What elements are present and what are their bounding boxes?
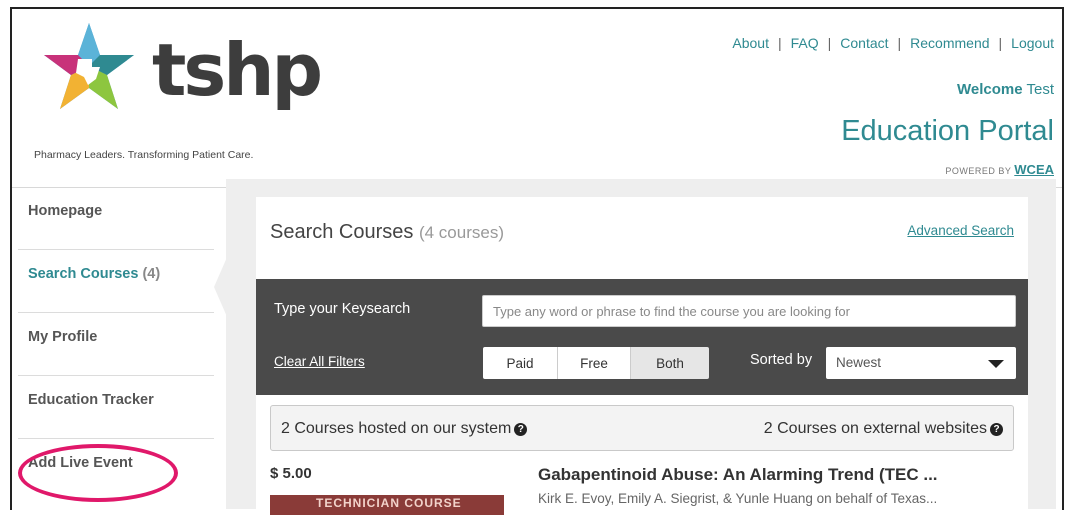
- logo-tagline: Pharmacy Leaders. Transforming Patient C…: [34, 149, 254, 161]
- sidebar-nav: Homepage Search Courses (4) My Profile E…: [18, 187, 214, 502]
- powered-by: POWERED BY WCEA: [945, 162, 1054, 177]
- page-title: Search Courses (4 courses): [270, 221, 504, 244]
- question-circle-icon[interactable]: ?: [990, 423, 1003, 436]
- sidebar-item-label: Add Live Event: [28, 455, 133, 471]
- sidebar-item-add-live-event[interactable]: Add Live Event: [18, 439, 214, 502]
- course-source-summary: 2 Courses hosted on our system? 2 Course…: [270, 405, 1014, 451]
- sidebar-item-education-tracker[interactable]: Education Tracker: [18, 376, 214, 439]
- hosted-courses-info: 2 Courses hosted on our system?: [281, 420, 528, 438]
- welcome-message: Welcome Test: [957, 81, 1054, 98]
- search-filters-box: Type your Keysearch Type any word or phr…: [256, 279, 1028, 395]
- price-filter-toggle: Paid Free Both: [483, 347, 709, 379]
- course-count: (4 courses): [418, 223, 504, 242]
- keysearch-label: Type your Keysearch: [274, 301, 411, 317]
- clear-all-filters-link[interactable]: Clear All Filters: [274, 354, 365, 369]
- logout-link[interactable]: Logout: [1011, 35, 1054, 51]
- sidebar-item-label: Education Tracker: [28, 392, 154, 408]
- nav-separator: |: [777, 35, 782, 51]
- external-courses-info: 2 Courses on external websites?: [764, 420, 1003, 438]
- nav-separator: |: [897, 35, 902, 51]
- course-price: $ 5.00: [270, 465, 312, 482]
- external-courses-text: 2 Courses on external websites: [763, 420, 987, 437]
- course-title-link[interactable]: Gabapentinoid Abuse: An Alarming Trend (…: [538, 465, 938, 485]
- faq-link[interactable]: FAQ: [791, 35, 819, 51]
- sidebar-item-label: Search Courses: [28, 266, 139, 282]
- sidebar-item-my-profile[interactable]: My Profile: [18, 313, 214, 376]
- recommend-link[interactable]: Recommend: [910, 35, 989, 51]
- sort-select[interactable]: Newest: [826, 347, 1016, 379]
- logo-wordmark: tshp: [152, 28, 323, 112]
- filter-both-button[interactable]: Both: [631, 347, 709, 379]
- top-nav: About | FAQ | Contact | Recommend | Logout: [732, 35, 1054, 51]
- active-item-notch: [214, 255, 228, 319]
- advanced-search-link[interactable]: Advanced Search: [907, 223, 1014, 238]
- powered-by-label: POWERED BY: [945, 166, 1012, 176]
- filter-free-button[interactable]: Free: [558, 347, 631, 379]
- nav-separator: |: [827, 35, 832, 51]
- course-thumbnail[interactable]: TECHNICIAN COURSE: [270, 495, 504, 515]
- page-title-text: Search Courses: [270, 221, 414, 243]
- sort-select-value: Newest: [836, 355, 882, 370]
- sidebar-item-homepage[interactable]: Homepage: [18, 187, 214, 250]
- star-logo-icon: [44, 23, 134, 109]
- nav-separator: |: [998, 35, 1003, 51]
- about-link[interactable]: About: [732, 35, 769, 51]
- sidebar-item-label: Homepage: [28, 203, 103, 219]
- tshp-logo[interactable]: tshp Pharmacy Leaders. Transforming Pati…: [34, 21, 334, 171]
- course-authors: Kirk E. Evoy, Emily A. Siegrist, & Yunle…: [538, 491, 938, 506]
- sidebar-item-search-courses[interactable]: Search Courses (4): [18, 250, 214, 313]
- caret-down-icon: [988, 360, 1004, 368]
- sidebar-item-count: (4): [142, 266, 161, 282]
- site-header: tshp Pharmacy Leaders. Transforming Pati…: [12, 9, 1062, 188]
- hosted-courses-text: 2 Courses hosted on our system: [281, 420, 512, 437]
- keysearch-input[interactable]: Type any word or phrase to find the cour…: [482, 295, 1016, 327]
- course-thumbnail-text: TECHNICIAN COURSE: [316, 496, 462, 510]
- wcea-link[interactable]: WCEA: [1014, 162, 1054, 177]
- search-panel: Search Courses (4 courses) Advanced Sear…: [256, 197, 1028, 515]
- contact-link[interactable]: Contact: [840, 35, 888, 51]
- sorted-by-label: Sorted by: [750, 352, 813, 368]
- filter-paid-button[interactable]: Paid: [483, 347, 558, 379]
- welcome-label: Welcome: [956, 81, 1023, 98]
- question-circle-icon[interactable]: ?: [514, 423, 528, 436]
- portal-title: Education Portal: [841, 115, 1054, 147]
- welcome-user: Test: [1026, 81, 1054, 98]
- sidebar-item-label: My Profile: [28, 329, 98, 345]
